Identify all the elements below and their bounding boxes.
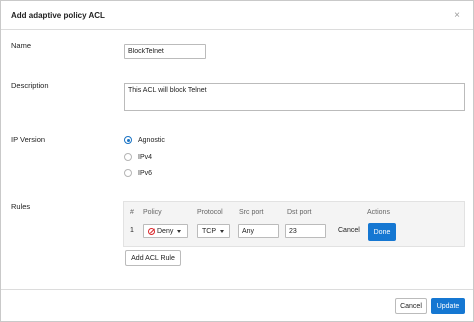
- column-header-protocol: Protocol: [197, 209, 223, 216]
- dialog-header: Add adaptive policy ACL ×: [1, 1, 473, 30]
- column-header-src-port: Src port: [239, 209, 264, 216]
- column-header-actions: Actions: [367, 209, 390, 216]
- rules-table: # Policy Protocol Src port Dst port Acti…: [123, 201, 465, 247]
- radio-label-ipv6: IPv6: [138, 169, 153, 177]
- src-port-input[interactable]: [238, 224, 279, 238]
- ip-version-label: IP Version: [11, 135, 46, 144]
- radio-button-agnostic[interactable]: [124, 136, 132, 144]
- chevron-down-icon: [220, 229, 224, 233]
- description-textarea[interactable]: This ACL will block Telnet: [124, 83, 465, 111]
- protocol-value: TCP: [202, 227, 216, 235]
- policy-value: Deny: [157, 227, 174, 235]
- rule-index: 1: [130, 227, 134, 234]
- radio-option-ipv6[interactable]: IPv6: [124, 168, 152, 178]
- column-header-index: #: [130, 209, 134, 216]
- rule-cancel-button[interactable]: Cancel: [338, 227, 360, 234]
- dst-port-input[interactable]: [285, 224, 326, 238]
- protocol-dropdown[interactable]: TCP: [197, 224, 230, 238]
- rule-done-button[interactable]: Done: [368, 223, 396, 241]
- column-header-dst-port: Dst port: [287, 209, 312, 216]
- radio-label-ipv4: IPv4: [138, 153, 153, 161]
- dialog-title: Add adaptive policy ACL: [11, 11, 105, 20]
- radio-label-agnostic: Agnostic: [138, 136, 165, 144]
- add-acl-rule-button[interactable]: Add ACL Rule: [125, 250, 181, 266]
- rules-label: Rules: [11, 202, 31, 211]
- column-header-policy: Policy: [143, 209, 162, 216]
- radio-option-agnostic[interactable]: Agnostic: [124, 135, 165, 145]
- radio-option-ipv4[interactable]: IPv4: [124, 152, 152, 162]
- add-acl-dialog: Add adaptive policy ACL × Name Descripti…: [0, 0, 474, 322]
- radio-button-ipv4[interactable]: [124, 153, 132, 161]
- chevron-down-icon: [177, 229, 182, 233]
- dialog-footer: Cancel Update: [1, 289, 473, 322]
- close-icon[interactable]: ×: [454, 10, 460, 21]
- deny-icon: [148, 227, 155, 235]
- update-button[interactable]: Update: [431, 298, 465, 314]
- name-label: Name: [11, 41, 32, 50]
- description-label: Description: [11, 81, 49, 90]
- cancel-button[interactable]: Cancel: [395, 298, 427, 314]
- radio-button-ipv6[interactable]: [124, 169, 132, 177]
- policy-dropdown[interactable]: Deny: [143, 224, 188, 238]
- name-input[interactable]: [124, 44, 206, 59]
